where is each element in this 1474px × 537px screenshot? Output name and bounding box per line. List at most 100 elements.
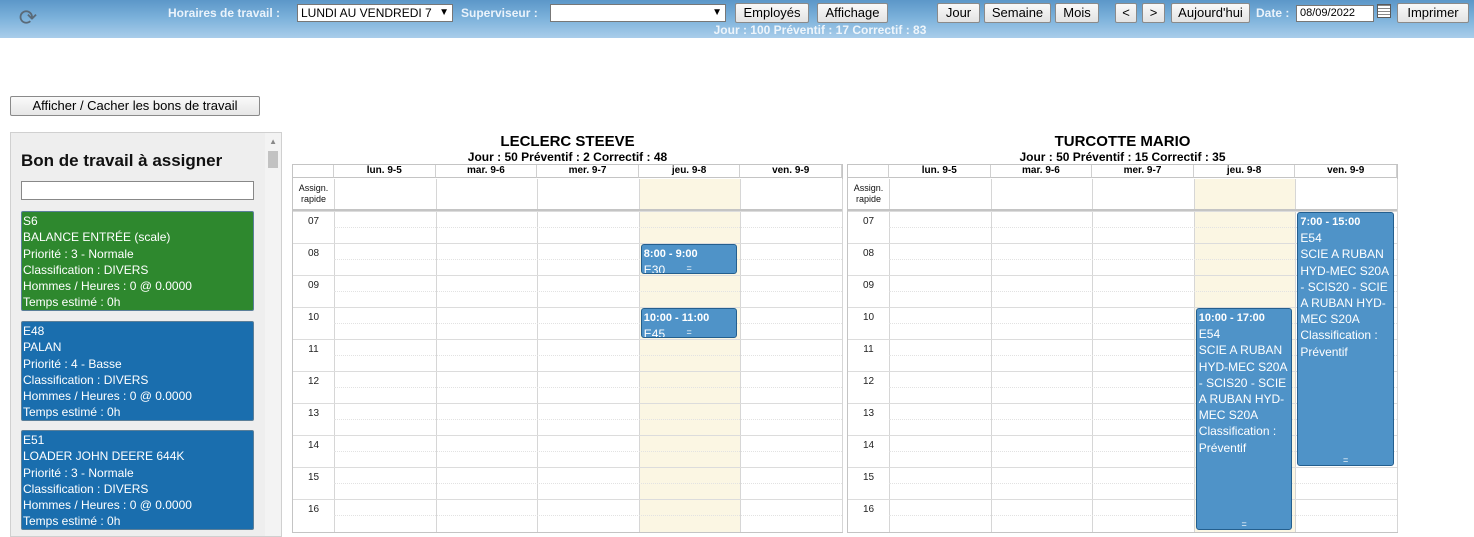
hour-line bbox=[293, 243, 842, 244]
half-hour-line bbox=[334, 451, 842, 452]
search-input[interactable] bbox=[21, 181, 254, 200]
hour-line bbox=[293, 371, 842, 372]
hour-label: 11 bbox=[863, 344, 874, 355]
calendar-leclerc: LECLERC STEEVE Jour : 50 Préventif : 2 C… bbox=[292, 132, 843, 537]
event-time: 10:00 - 17:00 bbox=[1198, 312, 1265, 324]
day-header[interactable]: jeu. 9-8 bbox=[1193, 165, 1296, 178]
work-order-classification: Classification : DIVERS bbox=[23, 372, 149, 387]
work-order-code: E48 bbox=[23, 324, 45, 338]
half-hour-line bbox=[334, 323, 842, 324]
prev-button[interactable]: < bbox=[1115, 3, 1137, 23]
event-time: 7:00 - 15:00 bbox=[1300, 216, 1361, 228]
jour-button[interactable]: Jour bbox=[937, 3, 980, 23]
hour-label: 16 bbox=[307, 504, 320, 515]
calendar-icon[interactable] bbox=[1377, 4, 1391, 18]
half-hour-line bbox=[334, 259, 842, 260]
scroll-up-icon[interactable]: ▲ bbox=[269, 137, 277, 146]
affichage-button[interactable]: Affichage bbox=[817, 3, 888, 23]
resize-handle[interactable]: = bbox=[1197, 520, 1292, 529]
toggle-work-orders-button[interactable]: Afficher / Cacher les bons de travail bbox=[10, 96, 260, 116]
half-hour-line bbox=[334, 419, 842, 420]
hour-line bbox=[848, 467, 1397, 468]
hour-label: 15 bbox=[307, 472, 320, 483]
day-header[interactable]: lun. 9-5 bbox=[334, 165, 436, 178]
scroll-thumb[interactable] bbox=[268, 151, 278, 168]
toolbar: ⟳ Horaires de travail : LUNDI AU VENDRED… bbox=[0, 0, 1474, 38]
today-button[interactable]: Aujourd'hui bbox=[1171, 3, 1250, 23]
superviseur-select[interactable]: ▼ bbox=[550, 4, 726, 22]
resize-handle[interactable]: = bbox=[642, 264, 737, 273]
employes-button[interactable]: Employés bbox=[735, 3, 809, 23]
work-order-hours: Hommes / Heures : 0 @ 0.0000 bbox=[23, 279, 192, 294]
work-order-card[interactable]: E48 PALAN Priorité : 4 - Basse Classificati… bbox=[21, 321, 254, 421]
event-text: - SCIS20 - SCIE bbox=[1198, 375, 1287, 390]
work-order-name: LOADER JOHN DEERE 644K bbox=[23, 449, 185, 464]
day-header[interactable]: mar. 9-6 bbox=[435, 165, 538, 178]
work-order-classification: Classification : DIVERS bbox=[23, 262, 149, 277]
hour-label: 13 bbox=[862, 408, 875, 419]
day-header[interactable]: ven. 9-9 bbox=[1295, 165, 1397, 178]
employee-stats: Jour : 50 Préventif : 15 Correctif : 35 bbox=[1019, 150, 1226, 164]
event-time: 8:00 - 9:00 bbox=[643, 248, 698, 260]
semaine-button[interactable]: Semaine bbox=[984, 3, 1051, 23]
day-header[interactable]: jeu. 9-8 bbox=[638, 165, 741, 178]
day-header[interactable]: mer. 9-7 bbox=[1092, 165, 1194, 178]
calendar-turcotte: TURCOTTE MARIO Jour : 50 Préventif : 15 … bbox=[847, 132, 1398, 537]
hour-line bbox=[293, 211, 842, 212]
hour-label: 13 bbox=[307, 408, 320, 419]
chevron-down-icon: ▼ bbox=[712, 7, 722, 18]
work-order-code: E51 bbox=[23, 433, 45, 447]
date-input[interactable]: 08/09/2022 bbox=[1296, 5, 1374, 22]
assign-rapide-label: Assign. rapide bbox=[298, 183, 329, 204]
calendar-event[interactable]: 10:00 - 17:00 E54 SCIE A RUBAN HYD-MEC S20A… bbox=[1195, 308, 1293, 530]
horaires-label: Horaires de travail : bbox=[168, 6, 281, 20]
scrollbar[interactable]: ▲ bbox=[265, 133, 281, 536]
day-header[interactable]: mer. 9-7 bbox=[537, 165, 639, 178]
half-hour-line bbox=[334, 291, 842, 292]
day-header[interactable]: mar. 9-6 bbox=[990, 165, 1093, 178]
event-text: SCIE A RUBAN bbox=[1300, 247, 1384, 262]
work-order-time: Temps estimé : 0h bbox=[23, 405, 121, 420]
hour-label: 09 bbox=[307, 280, 320, 291]
event-text: A RUBAN HYD- bbox=[1198, 392, 1285, 407]
event-text: A RUBAN HYD- bbox=[1300, 296, 1386, 311]
event-text: HYD-MEC S20A bbox=[1198, 359, 1288, 374]
half-hour-line bbox=[889, 483, 1397, 484]
hour-label: 10 bbox=[862, 312, 875, 323]
half-hour-line bbox=[334, 515, 842, 516]
hour-label: 07 bbox=[862, 216, 875, 227]
work-order-card[interactable]: E51 LOADER JOHN DEERE 644K Priorité : 3 - … bbox=[21, 430, 254, 530]
hour-label: 08 bbox=[862, 248, 875, 259]
mois-button[interactable]: Mois bbox=[1055, 3, 1099, 23]
horaires-select[interactable]: LUNDI AU VENDREDI 7 ▼ bbox=[297, 4, 453, 22]
work-order-panel: Bon de travail à assigner S6 BALANCE ENTR… bbox=[10, 132, 282, 537]
next-button[interactable]: > bbox=[1142, 3, 1165, 23]
day-divider bbox=[842, 179, 843, 532]
half-hour-line bbox=[889, 515, 1397, 516]
work-order-card[interactable]: S6 BALANCE ENTRÉE (scale) Priorité : 3 - N… bbox=[21, 211, 254, 311]
corner-cell bbox=[848, 165, 889, 178]
superviseur-label: Superviseur : bbox=[461, 6, 538, 20]
day-header[interactable]: lun. 9-5 bbox=[889, 165, 991, 178]
work-order-time: Temps estimé : 0h bbox=[23, 514, 121, 529]
day-header[interactable]: ven. 9-9 bbox=[740, 165, 842, 178]
hour-line bbox=[293, 435, 842, 436]
half-hour-line bbox=[334, 483, 842, 484]
resize-handle[interactable]: = bbox=[642, 328, 737, 337]
hour-line bbox=[293, 403, 842, 404]
event-time: 10:00 - 11:00 bbox=[643, 312, 710, 324]
half-hour-line bbox=[334, 355, 842, 356]
calendar-event[interactable]: 8:00 - 9:00 E30 = bbox=[640, 244, 738, 274]
panel-title: Bon de travail à assigner bbox=[21, 151, 223, 170]
hour-label: 10 bbox=[307, 312, 320, 323]
resize-handle[interactable]: = bbox=[1298, 456, 1393, 465]
work-order-time: Temps estimé : 0h bbox=[23, 295, 121, 310]
print-button[interactable]: Imprimer bbox=[1397, 3, 1469, 23]
calendar-event[interactable]: 10:00 - 11:00 E45 = bbox=[640, 308, 738, 338]
hour-line bbox=[293, 499, 842, 500]
employee-name: TURCOTTE MARIO bbox=[1054, 133, 1191, 150]
event-text: E54 bbox=[1198, 327, 1221, 342]
work-order-name: PALAN bbox=[23, 340, 62, 355]
hour-line bbox=[293, 339, 842, 340]
calendar-event[interactable]: 7:00 - 15:00 E54 SCIE A RUBAN HYD-MEC S20A -… bbox=[1297, 212, 1394, 466]
